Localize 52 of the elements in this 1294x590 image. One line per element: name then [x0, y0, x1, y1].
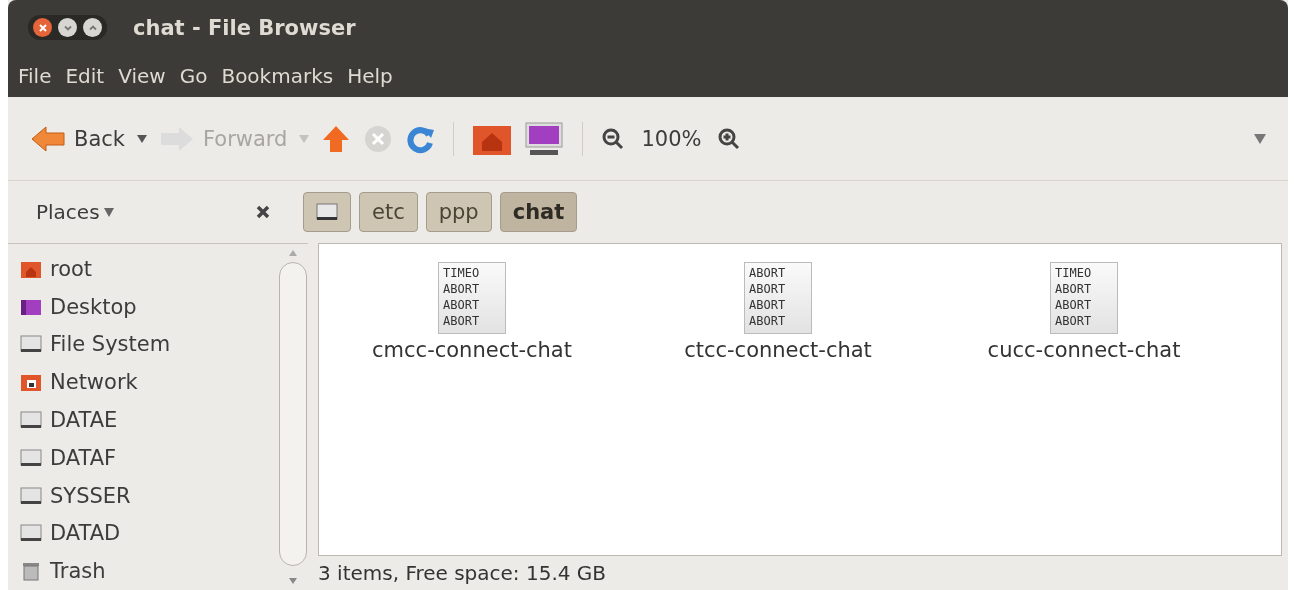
file-name[interactable]: ctcc-connect-chat — [684, 338, 872, 362]
window-title: chat - File Browser — [133, 15, 356, 40]
text-file-icon[interactable]: ABORT ABORT ABORT ABORT — [744, 262, 812, 334]
caret-icon[interactable] — [137, 134, 147, 143]
menu-item[interactable]: Go — [179, 64, 208, 88]
maximize-button[interactable] — [83, 18, 102, 37]
sidebar-item[interactable]: DATAD — [20, 514, 278, 553]
sidebar-item[interactable]: root — [20, 250, 278, 288]
computer-icon[interactable] — [524, 120, 565, 157]
close-button[interactable] — [33, 18, 52, 37]
menu-item[interactable]: File — [18, 64, 52, 88]
text-file-icon[interactable]: TIMEO ABORT ABORT ABORT — [1050, 262, 1118, 334]
scroll-down-arrow-icon[interactable] — [289, 578, 297, 584]
zoom-out-icon[interactable] — [601, 126, 626, 151]
drive-icon — [20, 410, 42, 430]
menu-item[interactable]: Bookmarks — [221, 64, 334, 88]
drive-icon — [316, 202, 338, 222]
sidebar-item[interactable]: DATAE — [20, 401, 278, 439]
file-name[interactable]: cucc-connect-chat — [987, 338, 1181, 362]
text-file-icon[interactable]: TIMEO ABORT ABORT ABORT — [438, 262, 506, 334]
trash-icon — [20, 561, 42, 582]
caret-icon — [103, 207, 114, 217]
sidebar-item[interactable]: SYSSER — [20, 476, 278, 515]
zoom-in-icon[interactable] — [717, 126, 742, 151]
file-name[interactable]: cmcc-connect-chat — [372, 338, 572, 362]
drive-icon — [20, 485, 42, 506]
sidebar-item[interactable]: DATAF — [20, 438, 278, 477]
minimize-button[interactable] — [58, 18, 77, 37]
drive-icon — [20, 447, 42, 468]
scrollbar-thumb[interactable] — [279, 262, 307, 566]
sidebar-item[interactable]: File System — [20, 325, 278, 364]
sidebar-item[interactable]: Trash — [20, 552, 278, 590]
close-sidebar-icon[interactable] — [255, 204, 271, 220]
path-button[interactable]: ppp — [425, 192, 492, 232]
menu-item[interactable]: Edit — [65, 64, 105, 88]
path-button[interactable] — [303, 192, 351, 232]
places-dropdown[interactable]: Places — [36, 200, 114, 224]
zoom-level: 100% — [641, 126, 702, 151]
overflow-caret-icon[interactable] — [1254, 133, 1266, 144]
drive-icon — [20, 523, 42, 544]
drive-icon — [20, 334, 42, 355]
network-icon — [20, 372, 42, 393]
back-button[interactable]: Back — [30, 124, 125, 153]
menu-item[interactable]: Help — [347, 64, 393, 88]
close-icon — [37, 22, 48, 33]
sidebar-item[interactable]: Desktop — [20, 287, 278, 326]
path-button[interactable]: etc — [359, 192, 418, 232]
left-arrow-icon — [30, 124, 66, 153]
status-text: 3 items, Free space: 15.4 GB — [318, 560, 608, 587]
menu-item[interactable]: View — [118, 64, 166, 88]
sidebar-item[interactable]: Network — [20, 363, 278, 402]
path-button[interactable]: chat — [499, 192, 578, 232]
